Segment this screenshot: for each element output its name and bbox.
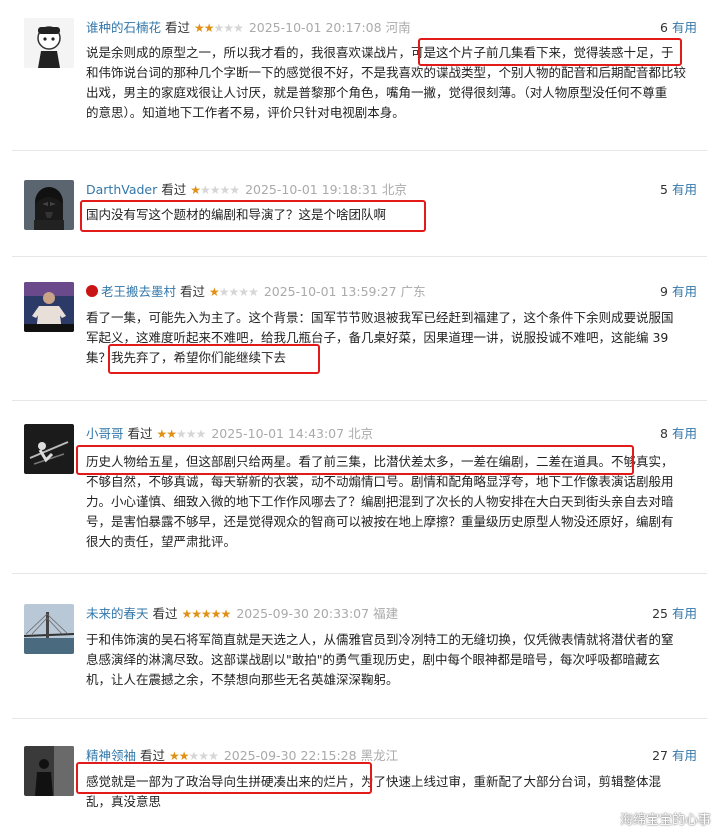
username-link[interactable]: 小哥哥 [86, 426, 124, 441]
divider [12, 150, 707, 151]
rating-stars: ★★★★★ [169, 749, 219, 763]
useful-vote[interactable]: 25 有用 [652, 604, 697, 624]
watched-label: 看过 [180, 284, 206, 299]
useful-button[interactable]: 有用 [672, 606, 697, 621]
review-text-line: 力。小心谨慎、细致入微的地下工作作风哪去了？编剧把混到了次长的人物安排在大白天到… [86, 494, 674, 509]
avatar[interactable] [24, 424, 74, 474]
rating-stars: ★★★★★ [181, 607, 232, 621]
review-header: 未来的春天 看过 ★★★★★ 2025-09-30 20:33:07 福建 [86, 604, 398, 624]
review-time: 2025-10-01 20:17:08 [248, 20, 382, 35]
review-location: 黑龙江 [360, 748, 399, 763]
review-text-line: 军起义，这难度听起来不难吧，给我几瓶台子，备几桌好菜，因果道理一讲，说服投诚不难… [86, 330, 669, 345]
avatar[interactable] [24, 282, 74, 332]
review-text-line: 不够自然，不够真诚，每天崭新的衣裳，动不动煽情口号。剧情和配角略显浮夸，地下工作… [86, 474, 674, 489]
review-text: 看了一集，可能先入为主了。这个背景：国军节节败退被我军已经赶到福建了，这个条件下… [86, 308, 698, 368]
rating-stars: ★★★★★ [156, 427, 207, 441]
review-text: 国内没有写这个题材的编剧和导演了？这是个啥团队啊 [86, 205, 698, 225]
review-text-line: 历史人物给五星，但这部剧只给两星。看了前三集，比潜伏差太多，一差在编剧，二差在道… [86, 454, 674, 469]
review-text-line: 号，是害怕暴露不够早，还是觉得观众的智商可以被按在地上摩擦？重量级历史原型人物没… [86, 514, 674, 529]
username-link[interactable]: 未来的春天 [86, 606, 149, 621]
useful-button[interactable]: 有用 [672, 284, 697, 299]
watched-label: 看过 [152, 606, 178, 621]
review-location: 河南 [385, 20, 411, 35]
review-text-line: 说是余则成的原型之一，所以我才看的，我很喜欢谍战片，可是这个片子前几集看下来，觉… [86, 45, 674, 60]
review-text-line: 国内没有写这个题材的编剧和导演了？这是个啥团队啊 [86, 207, 387, 222]
review-text-line: 息感演绎的淋漓尽致。这部谍战剧以"敢拍"的勇气重现历史，剧中每个眼神都是暗号，每… [86, 652, 661, 667]
useful-count: 5 [660, 182, 668, 197]
avatar[interactable] [24, 746, 74, 796]
useful-button[interactable]: 有用 [672, 426, 697, 441]
review-time: 2025-10-01 13:59:27 [263, 284, 397, 299]
review-time: 2025-09-30 22:15:28 [223, 748, 357, 763]
review-text-line: 集？我先弃了，希望你们能继续下去 [86, 350, 287, 365]
watched-label: 看过 [140, 748, 166, 763]
review-header: DarthVader 看过 ★★★★★ 2025-10-01 19:18:31 北京 [86, 180, 407, 200]
useful-count: 9 [660, 284, 668, 299]
useful-count: 8 [660, 426, 668, 441]
rating-stars: ★★★★★ [190, 183, 240, 197]
divider [12, 256, 707, 257]
review-time: 2025-10-01 14:43:07 [211, 426, 345, 441]
review-time: 2025-10-01 19:18:31 [245, 182, 378, 197]
review-location: 福建 [373, 606, 399, 621]
username-link[interactable]: 老王搬去墨村 [86, 284, 176, 299]
watermark: 海绵宝宝的心事 [619, 813, 711, 828]
useful-count: 27 [652, 748, 668, 763]
useful-button[interactable]: 有用 [672, 748, 697, 763]
avatar[interactable] [24, 604, 74, 654]
username-link[interactable]: 谁种的石楠花 [86, 20, 161, 35]
review-header: 小哥哥 看过 ★★★★★ 2025-10-01 14:43:07 北京 [86, 424, 373, 444]
rating-stars: ★★★★★ [194, 21, 244, 35]
review-text: 说是余则成的原型之一，所以我才看的，我很喜欢谍战片，可是这个片子前几集看下来，觉… [86, 43, 698, 123]
divider [12, 573, 707, 574]
useful-count: 25 [652, 606, 668, 621]
review-text-line: 和伟饰说台词的那种几个字断一下的感觉很不好，不是我喜欢的谍战类型，个别人物的配音… [86, 65, 687, 80]
username-link[interactable]: DarthVader [86, 182, 157, 197]
useful-vote[interactable]: 27 有用 [652, 746, 697, 766]
watched-label: 看过 [165, 20, 191, 35]
review-text-line: 看了一集，可能先入为主了。这个背景：国军节节败退被我军已经赶到福建了，这个条件下… [86, 310, 674, 325]
useful-button[interactable]: 有用 [672, 182, 697, 197]
review-text-line: 很大的责任，望严肃批评。 [86, 534, 237, 549]
review-text: 历史人物给五星，但这部剧只给两星。看了前三集，比潜伏差太多，一差在编剧，二差在道… [86, 452, 698, 552]
watched-label: 看过 [161, 182, 187, 197]
review-text: 感觉就是一部为了政治导向生拼硬凑出来的烂片，为了快速上线过审，重新配了大部分台词… [86, 772, 698, 812]
useful-vote[interactable]: 9 有用 [660, 282, 697, 302]
username-link[interactable]: 精神领袖 [86, 748, 136, 763]
useful-vote[interactable]: 5 有用 [660, 180, 697, 200]
review-time: 2025-09-30 20:33:07 [236, 606, 370, 621]
review-header: 老王搬去墨村 看过 ★★★★★ 2025-10-01 13:59:27 广东 [86, 282, 426, 302]
review-text-line: 机，让人在震撼之余，不禁想向那些无名英雄深深鞠躬。 [86, 672, 399, 687]
review-header: 谁种的石楠花 看过 ★★★★★ 2025-10-01 20:17:08 河南 [86, 18, 411, 38]
useful-vote[interactable]: 8 有用 [660, 424, 697, 444]
useful-count: 6 [660, 20, 668, 35]
red-dot-icon [86, 285, 98, 297]
username-text: 老王搬去墨村 [101, 284, 177, 299]
rating-stars: ★★★★★ [209, 285, 259, 299]
review-location: 北京 [348, 426, 374, 441]
review-text-line: 乱，真没意思 [86, 794, 162, 809]
divider [12, 400, 707, 401]
review-text-line: 于和伟饰演的吴石将军简直就是天选之人，从儒雅官员到冷冽特工的无缝切换，仅凭微表情… [86, 632, 674, 647]
useful-vote[interactable]: 6 有用 [660, 18, 697, 38]
review-text-line: 感觉就是一部为了政治导向生拼硬凑出来的烂片，为了快速上线过审，重新配了大部分台词… [86, 774, 662, 789]
divider [12, 718, 707, 719]
review-location: 北京 [381, 182, 407, 197]
avatar[interactable] [24, 18, 74, 68]
review-text-line: 的意思）。知道地下工作者不易，评价只针对电视剧本身。 [86, 105, 405, 120]
avatar[interactable] [24, 180, 74, 230]
review-header: 精神领袖 看过 ★★★★★ 2025-09-30 22:15:28 黑龙江 [86, 746, 398, 766]
review-text-line: 出戏，男主的家庭戏很让人讨厌，就是普黎那个角色，嘴角一撇，觉得很刻薄。（对人物原… [86, 85, 668, 100]
review-location: 广东 [400, 284, 426, 299]
review-text: 于和伟饰演的吴石将军简直就是天选之人，从儒雅官员到冷冽特工的无缝切换，仅凭微表情… [86, 630, 698, 690]
useful-button[interactable]: 有用 [672, 20, 697, 35]
watched-label: 看过 [127, 426, 153, 441]
